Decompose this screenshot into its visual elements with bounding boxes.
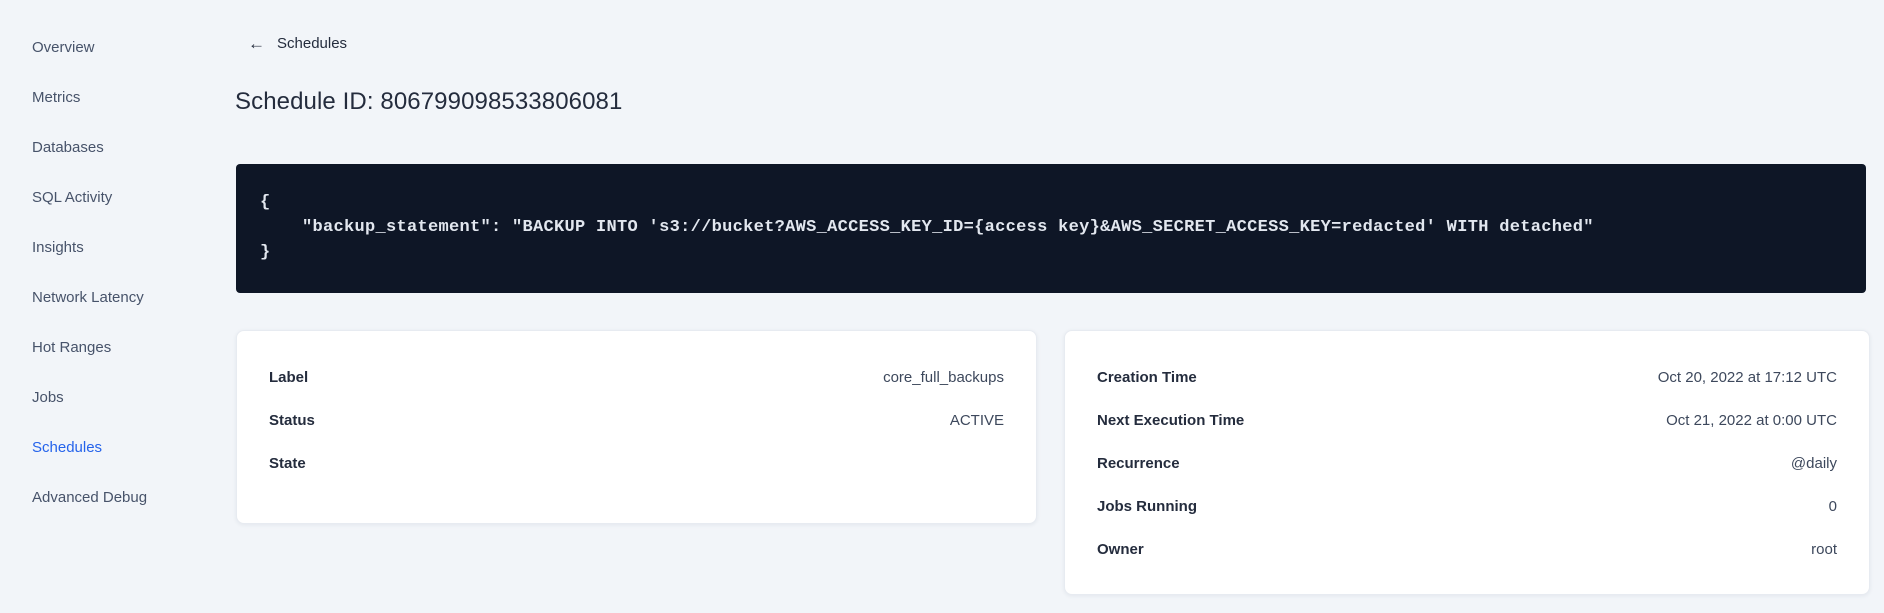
- sidebar-nav: Overview Metrics Databases SQL Activity …: [32, 23, 147, 523]
- detail-value: ACTIVE: [949, 412, 1004, 429]
- sidebar-item-overview[interactable]: Overview: [32, 23, 147, 73]
- detail-value: Oct 20, 2022 at 17:12 UTC: [1657, 369, 1837, 386]
- detail-label: Creation Time: [1097, 369, 1197, 386]
- sidebar-item-network-latency[interactable]: Network Latency: [32, 273, 147, 323]
- code-line: }: [260, 243, 271, 262]
- sidebar: Overview Metrics Databases SQL Activity …: [0, 0, 236, 613]
- detail-row-status: Status ACTIVE: [269, 399, 1004, 442]
- sidebar-item-hot-ranges[interactable]: Hot Ranges: [32, 323, 147, 373]
- detail-label: Jobs Running: [1097, 498, 1197, 515]
- detail-label: Status: [269, 412, 315, 429]
- detail-value: root: [1811, 541, 1837, 558]
- detail-value: core_full_backups: [883, 369, 1004, 386]
- sidebar-item-advanced-debug[interactable]: Advanced Debug: [32, 473, 147, 523]
- back-to-schedules-link[interactable]: ← Schedules: [248, 35, 347, 52]
- back-arrow-icon: ←: [248, 34, 265, 53]
- detail-row-state: State: [269, 442, 1004, 485]
- schedule-summary-card: Label core_full_backups Status ACTIVE St…: [236, 330, 1037, 524]
- detail-value: 0: [1828, 498, 1837, 515]
- sidebar-item-jobs[interactable]: Jobs: [32, 373, 147, 423]
- detail-value: Oct 21, 2022 at 0:00 UTC: [1666, 412, 1837, 429]
- detail-label: Recurrence: [1097, 455, 1180, 472]
- schedule-timing-card: Creation Time Oct 20, 2022 at 17:12 UTC …: [1064, 330, 1870, 595]
- back-link-label: Schedules: [277, 35, 348, 52]
- backup-statement-code-block: { "backup_statement": "BACKUP INTO 's3:/…: [236, 164, 1866, 293]
- sidebar-item-sql-activity[interactable]: SQL Activity: [32, 173, 147, 223]
- sidebar-item-databases[interactable]: Databases: [32, 123, 147, 173]
- code-line: {: [260, 193, 271, 212]
- sidebar-item-schedules[interactable]: Schedules: [32, 423, 147, 473]
- main-content: ← Schedules Schedule ID: 806799098533806…: [235, 0, 1870, 613]
- detail-row-jobs-running: Jobs Running 0: [1097, 485, 1837, 528]
- detail-row-recurrence: Recurrence @daily: [1097, 442, 1837, 485]
- detail-row-creation-time: Creation Time Oct 20, 2022 at 17:12 UTC: [1097, 356, 1837, 399]
- detail-label: State: [269, 455, 306, 472]
- schedule-detail-page: Overview Metrics Databases SQL Activity …: [0, 0, 1884, 613]
- code-line: "backup_statement": "BACKUP INTO 's3://b…: [260, 218, 1594, 237]
- detail-label: Next Execution Time: [1097, 412, 1245, 429]
- detail-value: @daily: [1790, 455, 1837, 472]
- sidebar-item-insights[interactable]: Insights: [32, 223, 147, 273]
- detail-row-label: Label core_full_backups: [269, 356, 1004, 399]
- page-title: Schedule ID: 806799098533806081: [235, 88, 623, 115]
- detail-row-next-execution-time: Next Execution Time Oct 21, 2022 at 0:00…: [1097, 399, 1837, 442]
- detail-row-owner: Owner root: [1097, 528, 1837, 571]
- detail-label: Label: [269, 369, 309, 386]
- sidebar-item-metrics[interactable]: Metrics: [32, 73, 147, 123]
- detail-label: Owner: [1097, 541, 1144, 558]
